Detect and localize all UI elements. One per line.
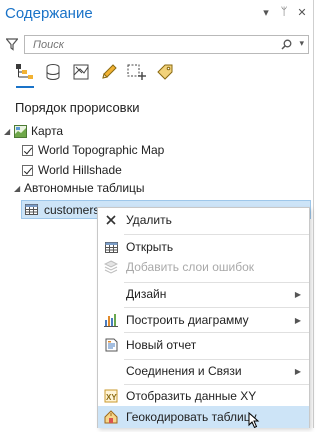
list-by-editing-button[interactable] [98, 62, 120, 84]
table-label: customers [44, 202, 100, 217]
pane-title: Содержание [5, 5, 93, 22]
menu-item-delete[interactable]: Удалить [98, 209, 309, 231]
pencil-icon [100, 63, 118, 84]
menu-item-open[interactable]: Открыть [98, 236, 309, 258]
search-box[interactable]: ▾ [24, 35, 309, 54]
search-icon[interactable] [281, 39, 292, 53]
menu-item-label: Отобразить данные XY [126, 389, 257, 403]
pane-title-controls: ▾ ᛘ ✕ [260, 6, 308, 19]
menu-item-label: Новый отчет [126, 338, 197, 352]
menu-item-label: Добавить слои ошибок [126, 260, 255, 274]
chart-icon [100, 309, 122, 331]
submenu-arrow-icon: ▶ [294, 289, 301, 299]
menu-separator [124, 234, 309, 235]
search-input[interactable] [31, 38, 285, 52]
menu-item-add-error-layers: Добавить слои ошибок [98, 256, 309, 278]
list-by-data-source-button[interactable] [42, 62, 64, 84]
menu-item-design[interactable]: Дизайн ▶ [98, 283, 309, 305]
context-menu: Удалить Открыть Добавить слои ошибок Диз… [97, 207, 310, 428]
menu-separator [124, 332, 309, 333]
menu-item-display-xy-data[interactable]: XY Отобразить данные XY [98, 385, 309, 407]
selection-icon [72, 63, 90, 84]
standalone-tables-label: Автономные таблицы [24, 181, 145, 195]
menu-item-label: Открыть [126, 240, 174, 254]
filter-icon[interactable] [5, 38, 19, 54]
pane-titlebar: Содержание ▾ ᛘ ✕ [0, 0, 313, 28]
layer-row-hillshade[interactable]: World Hillshade [22, 161, 122, 179]
menu-item-label: Построить диаграмму [126, 313, 249, 327]
contents-toolbar [14, 60, 176, 88]
menu-item-label: Геокодировать таблицу [126, 410, 257, 424]
menu-item-label: Удалить [126, 213, 172, 227]
map-label: Карта [31, 124, 64, 138]
filter-row: ▾ [4, 35, 309, 55]
drawing-order-icon [15, 63, 35, 84]
menu-item-create-chart[interactable]: Построить диаграмму ▶ [98, 309, 309, 331]
menu-item-label: Дизайн [126, 287, 167, 301]
database-icon [44, 63, 62, 84]
geocode-icon [100, 406, 122, 428]
layer-label: World Hillshade [38, 163, 122, 177]
collapse-arrow-icon[interactable]: ◢ [14, 184, 24, 193]
svg-text:XY: XY [106, 393, 117, 402]
menu-item-joins-relates[interactable]: Соединения и Связи ▶ [98, 360, 309, 382]
table-icon [100, 236, 122, 258]
menu-item-geocode-table[interactable]: Геокодировать таблицу [98, 406, 309, 428]
error-layers-icon [100, 256, 122, 278]
list-by-snapping-button[interactable] [126, 62, 148, 84]
menu-icon-placeholder [100, 283, 122, 305]
menu-item-label: Соединения и Связи [126, 364, 242, 378]
close-icon[interactable]: ✕ [296, 6, 308, 19]
tree-node-standalone-tables[interactable]: ◢ Автономные таблицы [14, 179, 145, 197]
list-by-drawing-order-button[interactable] [14, 62, 36, 88]
xy-icon: XY [100, 385, 122, 407]
mouse-pointer-icon [248, 411, 260, 432]
drawing-order-heading: Порядок прорисовки [15, 100, 140, 115]
layer-label: World Topographic Map [38, 143, 165, 157]
menu-icon-placeholder [100, 360, 122, 382]
pin-icon[interactable]: ᛘ [278, 6, 290, 19]
tree-node-map[interactable]: ◢ Карта [4, 122, 63, 140]
submenu-arrow-icon: ▶ [294, 366, 301, 376]
submenu-arrow-icon: ▶ [294, 315, 301, 325]
list-by-labeling-button[interactable] [154, 62, 176, 84]
layer-row-topographic[interactable]: World Topographic Map [22, 141, 164, 159]
label-tag-icon [156, 63, 174, 84]
delete-icon [100, 209, 122, 231]
menu-item-new-report[interactable]: Новый отчет [98, 334, 309, 356]
map-icon [14, 124, 27, 138]
menu-separator [124, 307, 309, 308]
table-icon [25, 204, 38, 215]
layer-visibility-checkbox[interactable] [22, 144, 33, 156]
list-by-selection-button[interactable] [70, 62, 92, 84]
layer-visibility-checkbox[interactable] [22, 164, 33, 176]
pane-options-dropdown-icon[interactable]: ▾ [260, 6, 272, 19]
report-icon [100, 334, 122, 356]
search-options-dropdown-icon[interactable]: ▾ [299, 38, 304, 49]
snapping-icon [127, 63, 147, 84]
collapse-arrow-icon[interactable]: ◢ [4, 127, 14, 136]
